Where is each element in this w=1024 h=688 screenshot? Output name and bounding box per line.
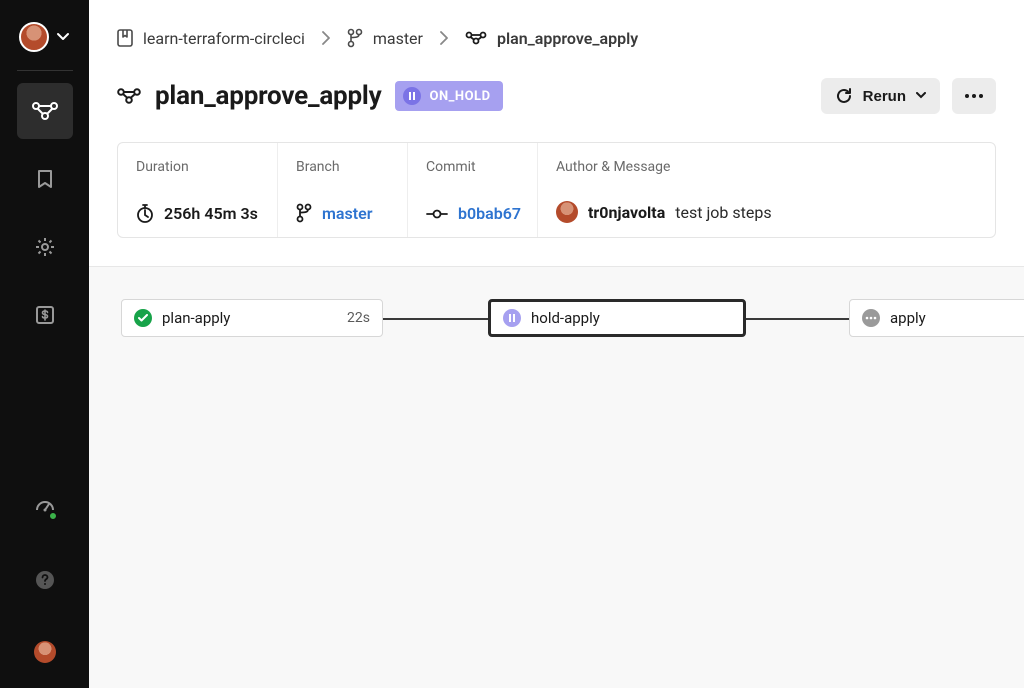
- page-title: plan_approve_apply: [155, 81, 381, 111]
- sidebar-nav: [17, 83, 73, 343]
- job-node-plan-apply[interactable]: plan-apply 22s: [121, 299, 383, 337]
- info-duration-value: 256h 45m 3s: [164, 204, 258, 223]
- job-name: apply: [890, 309, 926, 327]
- success-icon: [134, 309, 152, 327]
- gear-icon: [35, 237, 55, 257]
- nav-plans[interactable]: [17, 287, 73, 343]
- info-branch-link[interactable]: master: [322, 204, 372, 223]
- workflow-icon: [117, 88, 141, 104]
- breadcrumb-branch[interactable]: master: [347, 28, 423, 48]
- job-duration: 22s: [347, 310, 370, 326]
- user-avatar-icon: [34, 641, 56, 663]
- breadcrumb-workflow-label: plan_approve_apply: [497, 29, 638, 48]
- info-commit-label: Commit: [426, 159, 519, 175]
- bookmark-icon: [38, 170, 52, 188]
- info-commit-message: test job steps: [675, 203, 771, 222]
- pause-icon: [403, 87, 421, 105]
- info-author-name: tr0njavolta: [588, 203, 665, 222]
- graph-edge: [383, 318, 488, 320]
- info-author-label: Author & Message: [556, 159, 977, 175]
- breadcrumb-workflow[interactable]: plan_approve_apply: [465, 29, 638, 48]
- title-actions: Rerun: [821, 78, 996, 114]
- workflow-icon: [465, 31, 487, 45]
- job-name: hold-apply: [531, 309, 600, 327]
- info-branch-label: Branch: [296, 159, 389, 175]
- info-duration-label: Duration: [136, 159, 259, 175]
- sidebar: [0, 0, 89, 688]
- graph-edge: [746, 318, 849, 320]
- chevron-down-icon: [55, 29, 71, 45]
- info-duration: Duration 256h 45m 3s: [118, 143, 278, 237]
- gauge-icon: [35, 498, 55, 518]
- help-icon: [35, 570, 55, 590]
- caret-down-icon: [916, 92, 926, 100]
- stopwatch-icon: [136, 203, 154, 223]
- commit-icon: [426, 208, 448, 220]
- main-content: learn-terraform-circleci master: [89, 0, 1024, 688]
- rerun-button[interactable]: Rerun: [821, 78, 940, 114]
- nav-pipelines[interactable]: [17, 83, 73, 139]
- refresh-icon: [835, 87, 853, 105]
- chevron-right-icon: [439, 31, 449, 45]
- workflow-graph[interactable]: plan-apply 22s hold-apply apply: [89, 266, 1024, 688]
- pause-icon: [503, 309, 521, 327]
- workflow-icon: [32, 102, 58, 120]
- job-node-hold-apply[interactable]: hold-apply: [488, 299, 746, 337]
- author-avatar: [556, 201, 578, 223]
- job-node-apply[interactable]: apply: [849, 299, 1024, 337]
- more-actions-button[interactable]: [952, 78, 996, 114]
- account-switcher[interactable]: [19, 0, 71, 52]
- avatar: [19, 22, 49, 52]
- job-name: plan-apply: [162, 309, 230, 327]
- chevron-right-icon: [321, 31, 331, 45]
- branch-icon: [296, 203, 312, 223]
- info-author: Author & Message tr0njavolta test job st…: [538, 143, 995, 237]
- nav-user[interactable]: [17, 624, 73, 680]
- topbar: learn-terraform-circleci master: [89, 0, 1024, 114]
- graph-row: plan-apply 22s hold-apply apply: [121, 299, 1024, 339]
- rerun-label: Rerun: [863, 88, 906, 105]
- info-branch: Branch master: [278, 143, 408, 237]
- dollar-icon: [36, 306, 54, 324]
- nav-help[interactable]: [17, 552, 73, 608]
- nav-status[interactable]: [17, 480, 73, 536]
- status-badge: ON_HOLD: [395, 81, 502, 111]
- breadcrumb-project-label: learn-terraform-circleci: [143, 29, 305, 48]
- info-commit-link[interactable]: b0bab67: [458, 204, 521, 223]
- sidebar-footer: [17, 480, 73, 688]
- info-commit: Commit b0bab67: [408, 143, 538, 237]
- status-badge-label: ON_HOLD: [429, 89, 490, 104]
- page-header: plan_approve_apply ON_HOLD Rerun: [117, 78, 996, 114]
- nav-projects[interactable]: [17, 151, 73, 207]
- run-info-panel: Duration 256h 45m 3s Branch: [117, 142, 996, 238]
- branch-icon: [347, 28, 363, 48]
- divider: [17, 70, 73, 71]
- nav-settings[interactable]: [17, 219, 73, 275]
- ellipsis-icon: [964, 93, 984, 99]
- ellipsis-icon: [862, 309, 880, 327]
- breadcrumb-branch-label: master: [373, 29, 423, 48]
- breadcrumb-project[interactable]: learn-terraform-circleci: [117, 29, 305, 48]
- breadcrumb: learn-terraform-circleci master: [117, 28, 996, 48]
- bookmark-icon: [117, 29, 133, 47]
